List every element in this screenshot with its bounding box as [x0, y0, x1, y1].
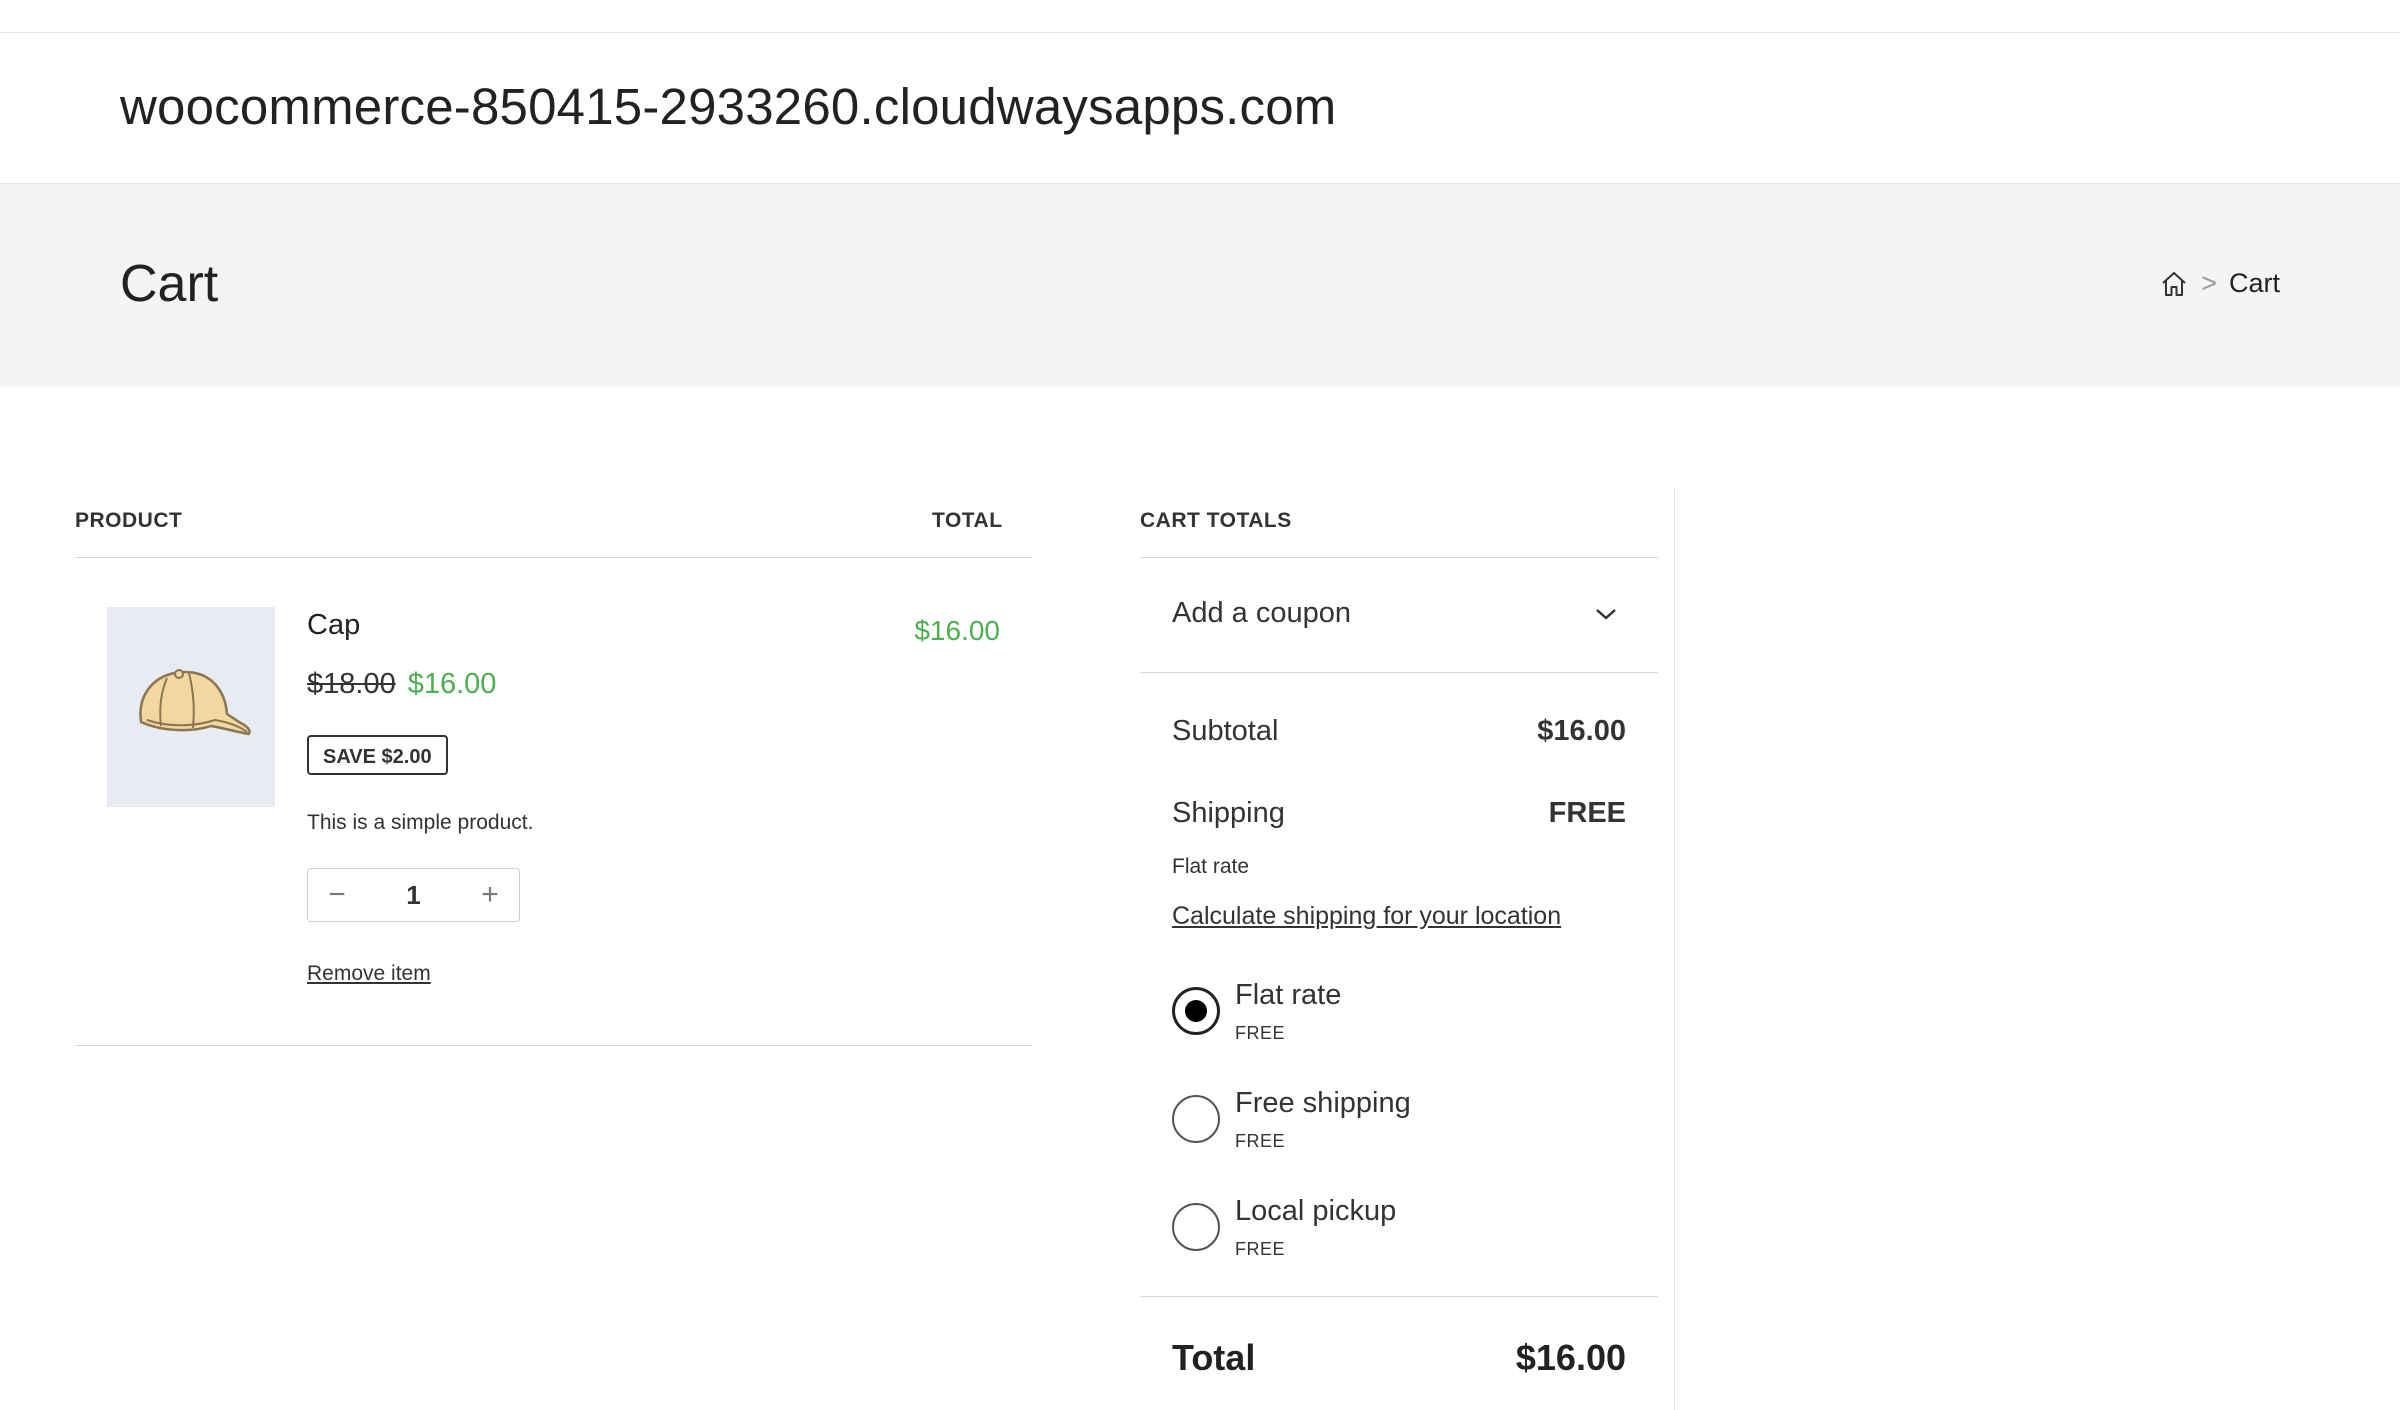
shipping-option-price: FREE	[1235, 1023, 1286, 1043]
quantity-input[interactable]: 1	[406, 880, 420, 911]
shipping-radio-free-shipping[interactable]	[1172, 1095, 1220, 1143]
shipping-method: Flat rate	[1172, 855, 1250, 878]
product-description: This is a simple product.	[307, 811, 534, 834]
breadcrumb-current: Cart	[2228, 268, 2280, 298]
product-image[interactable]	[107, 607, 275, 807]
coupon-label: Add a coupon	[1172, 597, 1351, 629]
order-total-value: $16.00	[1515, 1337, 1626, 1378]
shipping-radio-local-pickup[interactable]	[1172, 1203, 1220, 1251]
cart-totals-heading: CART TOTALS	[1140, 509, 1292, 532]
increase-quantity-button[interactable]: +	[461, 878, 519, 912]
table-footer-divider	[75, 1045, 1033, 1046]
shipping-label: Shipping	[1172, 797, 1285, 829]
shipping-value: FREE	[1548, 797, 1626, 829]
shipping-option-name[interactable]: Local pickup	[1235, 1195, 1396, 1228]
subtotal-label: Subtotal	[1172, 715, 1279, 747]
product-column-header: PRODUCT	[75, 509, 183, 532]
totals-sidebar-border	[1674, 487, 1675, 1410]
page-header: Cart > Cart	[0, 184, 2400, 387]
total-divider	[1140, 1296, 1658, 1297]
line-total: $16.00	[914, 615, 1000, 646]
shipping-option-price: FREE	[1235, 1239, 1286, 1259]
order-total-label: Total	[1172, 1337, 1256, 1378]
home-icon[interactable]	[2159, 269, 2189, 299]
calculate-shipping-link[interactable]: Calculate shipping for your location	[1172, 902, 1561, 931]
cap-icon	[139, 669, 251, 736]
remove-item-link[interactable]: Remove item	[307, 962, 431, 986]
chevron-down-icon	[1596, 609, 1616, 620]
site-header: woocommerce-850415-2933260.cloudwaysapps…	[0, 33, 2400, 184]
table-header-divider	[75, 557, 1033, 558]
shipping-option-name[interactable]: Flat rate	[1235, 979, 1341, 1012]
shipping-radio-flat-rate[interactable]	[1172, 987, 1220, 1035]
page-title: Cart	[120, 255, 219, 313]
total-column-header: TOTAL	[932, 509, 1003, 532]
add-coupon-toggle[interactable]: Add a coupon	[1140, 558, 1658, 672]
regular-price: $18.00	[307, 668, 396, 700]
shipping-option-name[interactable]: Free shipping	[1235, 1087, 1411, 1120]
save-badge: SAVE $2.00	[307, 735, 448, 775]
top-bar	[0, 0, 2400, 33]
coupon-divider	[1140, 672, 1658, 673]
breadcrumb: > Cart	[2159, 268, 2280, 299]
product-price: $18.00 $16.00	[307, 668, 496, 701]
sale-price: $16.00	[407, 668, 497, 700]
breadcrumb-separator: >	[2201, 268, 2217, 298]
product-name[interactable]: Cap	[307, 609, 360, 642]
subtotal-value: $16.00	[1537, 715, 1626, 747]
site-title[interactable]: woocommerce-850415-2933260.cloudwaysapps…	[120, 77, 1337, 136]
quantity-stepper: − 1 +	[307, 868, 520, 922]
shipping-option-price: FREE	[1235, 1131, 1286, 1151]
decrease-quantity-button[interactable]: −	[308, 878, 366, 912]
